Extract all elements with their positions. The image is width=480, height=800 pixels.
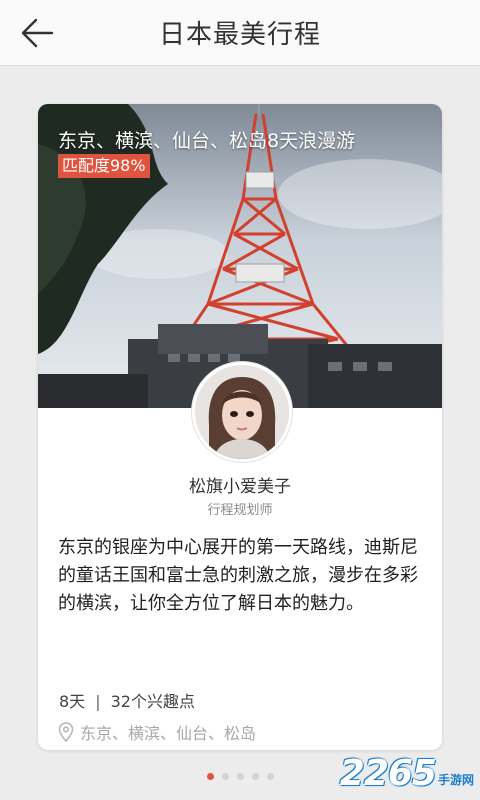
- stats-separator: |: [95, 692, 101, 711]
- itinerary-card[interactable]: 东京、横滨、仙台、松岛8天浪漫游 匹配度98% 松旗小爱美子 行程规划师 东京的…: [38, 104, 442, 750]
- page-dot-2[interactable]: [221, 773, 229, 780]
- trip-description: 东京的银座为中心展开的第一天路线，迪斯尼的童话王国和富士急的刺激之旅，漫步在多彩…: [58, 537, 418, 614]
- page-dot-5[interactable]: [266, 773, 274, 780]
- poi-count: 32个兴趣点: [110, 692, 195, 711]
- trip-title: 东京、横滨、仙台、松岛8天浪漫游: [58, 130, 356, 152]
- trip-cities: 东京、横滨、仙台、松岛: [58, 720, 256, 744]
- page-dot-3[interactable]: [236, 773, 244, 780]
- page-title: 日本最美行程: [158, 20, 321, 50]
- location-pin-icon: [58, 722, 74, 742]
- author-avatar[interactable]: [192, 362, 292, 462]
- author-role: 行程规划师: [207, 503, 273, 518]
- days-count: 8天: [59, 692, 86, 711]
- page-dot-1[interactable]: [206, 773, 214, 780]
- trip-stats: 8天 | 32个兴趣点: [59, 688, 195, 712]
- site-watermark: 2265 手游网: [340, 753, 474, 794]
- page-dot-4[interactable]: [251, 773, 259, 780]
- avatar-image: [195, 365, 289, 459]
- watermark-text: 手游网: [437, 773, 474, 787]
- cities-label: 东京、横滨、仙台、松岛: [80, 724, 257, 743]
- watermark-number: 2265: [339, 753, 437, 794]
- author-name: 松旗小爱美子: [189, 477, 291, 497]
- match-badge: 匹配度98%: [58, 154, 150, 178]
- top-bar: 日本最美行程: [0, 0, 480, 66]
